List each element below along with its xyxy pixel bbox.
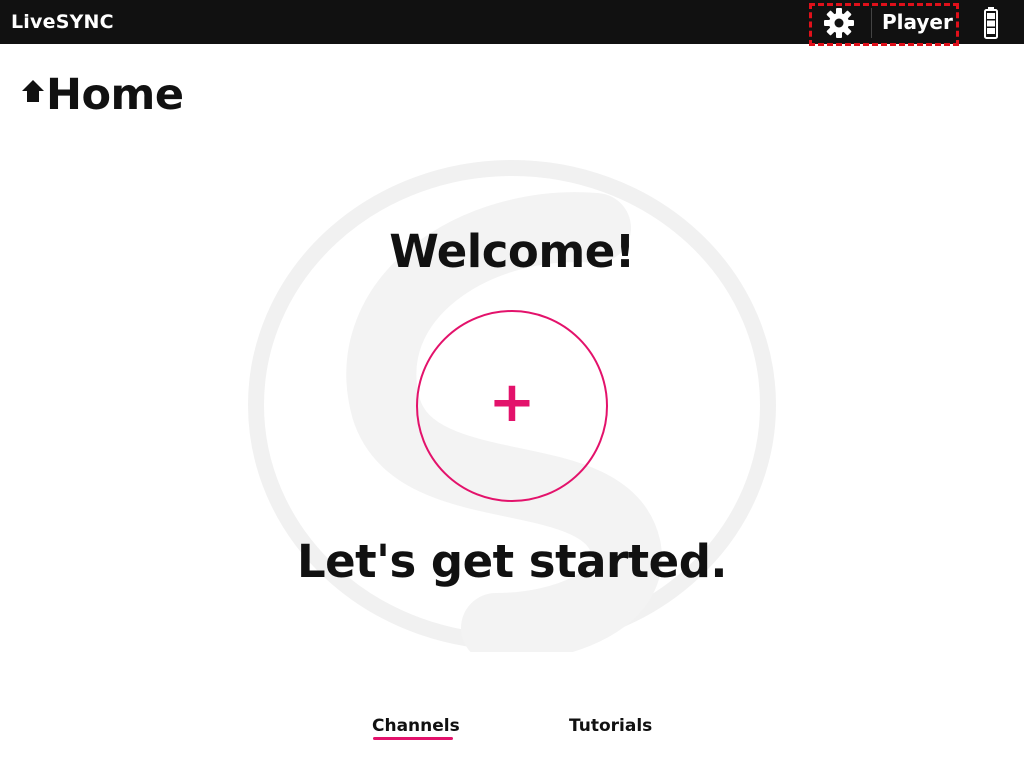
add-channel-button[interactable]: + <box>416 310 608 502</box>
get-started-text: Let's get started. <box>296 535 728 588</box>
home-up-icon[interactable] <box>20 78 46 104</box>
gear-icon <box>824 8 854 38</box>
active-tab-indicator <box>373 737 453 740</box>
app-title: LiveSYNC <box>11 11 114 33</box>
tab-channels[interactable]: Channels <box>372 716 460 736</box>
bottom-tabs: Channels Tutorials <box>0 716 1024 746</box>
top-bar: LiveSYNC Player <box>0 0 1024 46</box>
tab-tutorials[interactable]: Tutorials <box>569 716 652 736</box>
page-heading: Home <box>20 70 184 120</box>
settings-button[interactable] <box>821 5 857 41</box>
page-title: Home <box>46 70 184 120</box>
topbar-divider <box>871 8 872 38</box>
plus-icon: + <box>488 370 536 435</box>
welcome-heading: Welcome! <box>389 225 635 278</box>
player-button[interactable]: Player <box>882 10 953 34</box>
battery-icon <box>984 7 998 39</box>
